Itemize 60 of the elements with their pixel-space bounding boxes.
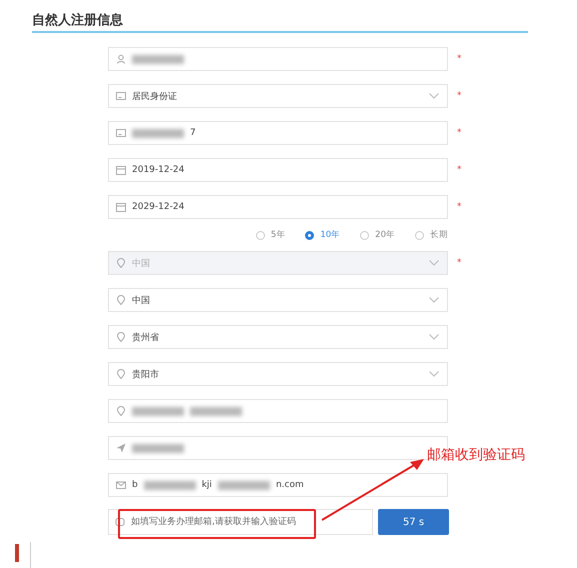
- field-value: b: [132, 480, 138, 490]
- radio-option[interactable]: 长期: [415, 229, 448, 241]
- field-value: n.com: [276, 480, 304, 490]
- paper-plane-icon: [116, 443, 126, 453]
- section-title: 自然人注册信息: [32, 13, 124, 29]
- calendar-icon: [116, 165, 126, 175]
- blurred-value: [132, 406, 184, 416]
- required-mark: *: [457, 258, 462, 268]
- required-mark: *: [457, 165, 462, 175]
- blurred-value: [132, 54, 184, 64]
- input-field[interactable]: 7: [108, 121, 448, 145]
- blurred-value: [132, 444, 184, 452]
- location-pin-icon: [116, 258, 126, 268]
- radio-option[interactable]: 20年: [360, 229, 395, 241]
- blurred-value: [144, 480, 196, 490]
- id-card-icon: [116, 91, 126, 101]
- input-field[interactable]: [108, 47, 448, 71]
- radio-option[interactable]: 5年: [256, 229, 286, 241]
- countdown-button[interactable]: 57 s: [378, 509, 449, 535]
- id-card-icon: [116, 128, 126, 138]
- field-value: 2029-12-24: [132, 202, 184, 212]
- input-field[interactable]: 2019-12-24: [108, 158, 448, 182]
- field-value: 2019-12-24: [132, 165, 184, 175]
- chevron-down-icon: [429, 297, 439, 303]
- required-mark: *: [457, 202, 462, 212]
- field-value: 贵阳市: [132, 368, 159, 380]
- field-value: 贵州省: [132, 332, 159, 344]
- required-mark: *: [457, 128, 462, 138]
- radio-option[interactable]: 10年: [305, 229, 340, 241]
- mail-icon: [116, 480, 126, 490]
- field-value: 7: [190, 128, 196, 138]
- location-pin-icon: [116, 332, 126, 342]
- location-pin-icon: [116, 295, 126, 305]
- select-field[interactable]: 居民身份证: [108, 84, 448, 108]
- input-field[interactable]: [108, 399, 448, 423]
- calendar-icon: [116, 202, 126, 212]
- field-value: kji: [202, 480, 212, 490]
- field-value: 中国: [132, 258, 150, 270]
- location-pin-icon: [116, 406, 126, 416]
- user-icon: [116, 54, 126, 64]
- input-field[interactable]: 2029-12-24: [108, 195, 448, 219]
- select-field[interactable]: 中国: [108, 288, 448, 312]
- blurred-value: [132, 128, 184, 138]
- blurred-value: [190, 406, 242, 416]
- required-mark: *: [457, 54, 462, 64]
- select-field[interactable]: 贵州省: [108, 325, 448, 349]
- input-field[interactable]: b kji n.com: [108, 473, 448, 497]
- field-value: 居民身份证: [132, 90, 177, 102]
- select-field[interactable]: 贵阳市: [108, 362, 448, 386]
- chevron-down-icon: [429, 371, 439, 377]
- chevron-down-icon: [429, 93, 439, 99]
- blurred-value: [218, 480, 270, 490]
- footer-logo-icon: [15, 544, 19, 562]
- chevron-down-icon: [429, 260, 439, 266]
- verification-code-field[interactable]: 如填写业务办理邮箱,请获取并输入验证码: [108, 509, 373, 535]
- required-mark: *: [457, 91, 462, 101]
- field-value: 中国: [132, 294, 150, 306]
- chevron-down-icon: [429, 334, 439, 340]
- location-pin-icon: [116, 369, 126, 379]
- annotation-text: 邮箱收到验证码: [427, 446, 525, 464]
